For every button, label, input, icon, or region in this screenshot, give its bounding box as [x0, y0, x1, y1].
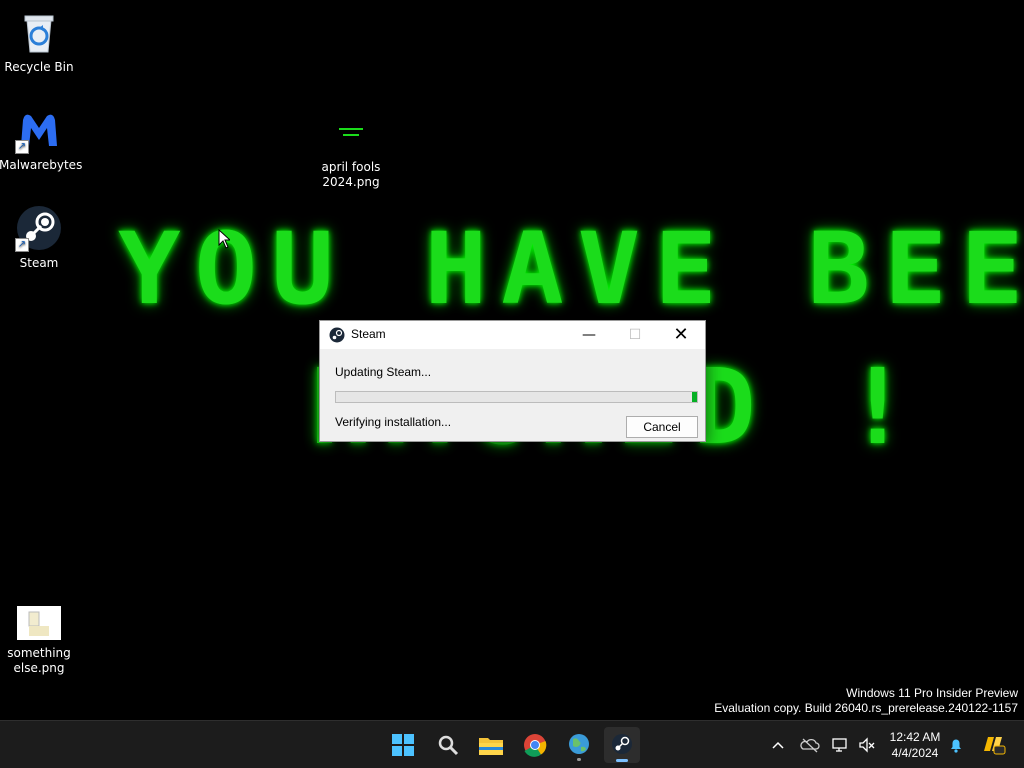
- search-button[interactable]: [430, 727, 466, 763]
- copilot-icon: [984, 737, 1006, 755]
- recycle-bin-icon: [15, 8, 63, 56]
- desktop-icon-label: Recycle Bin: [4, 60, 74, 74]
- active-indicator: [616, 759, 628, 762]
- volume-tray-button[interactable]: [857, 735, 877, 755]
- onedrive-icon: [800, 738, 820, 753]
- chrome-icon: [524, 734, 547, 757]
- notifications-button[interactable]: [946, 735, 966, 755]
- dialog-titlebar[interactable]: Steam — ☐ ✕: [320, 321, 705, 349]
- clock-date: 4/4/2024: [891, 746, 939, 760]
- verify-status-text: Verifying installation...: [335, 415, 452, 429]
- file-explorer-button[interactable]: [473, 727, 509, 763]
- steam-update-dialog: Steam — ☐ ✕ Updating Steam... Verifying …: [319, 320, 706, 442]
- chevron-up-icon: [772, 741, 784, 749]
- desktop-icon-april-fools[interactable]: april fools 2024.png: [311, 116, 391, 190]
- running-indicator: [577, 758, 581, 761]
- maximize-button[interactable]: ☐: [612, 321, 658, 349]
- cancel-button[interactable]: Cancel: [626, 416, 698, 438]
- close-button[interactable]: ✕: [658, 321, 704, 349]
- shortcut-arrow-icon: ↗: [15, 140, 29, 154]
- steam-taskbar-button[interactable]: [604, 727, 640, 763]
- chrome-button[interactable]: [517, 727, 553, 763]
- watermark-line2: Evaluation copy. Build 26040.rs_prerelea…: [714, 701, 1018, 715]
- search-icon: [438, 735, 459, 756]
- wallpaper-text-line1: YOU HAVE BEEN: [118, 211, 1024, 327]
- update-status-text: Updating Steam...: [335, 365, 432, 379]
- dialog-title: Steam: [351, 327, 386, 341]
- update-progress-bar: [335, 391, 698, 403]
- clock-time: 12:42 AM: [889, 730, 941, 744]
- desktop-icon-label: Steam: [19, 256, 59, 270]
- progress-fill: [692, 392, 697, 402]
- copilot-button[interactable]: [980, 731, 1006, 757]
- volume-icon: [859, 737, 875, 753]
- taskbar: 12:42 AM 4/4/2024: [0, 720, 1024, 768]
- globe-app-button[interactable]: [561, 727, 597, 763]
- watermark-line1: Windows 11 Pro Insider Preview: [846, 686, 1018, 700]
- network-tray-button[interactable]: [831, 735, 851, 755]
- mouse-cursor-icon: [218, 229, 230, 249]
- start-icon: [392, 734, 414, 756]
- show-hidden-icons-button[interactable]: [768, 735, 788, 755]
- desktop-icon-malwarebytes[interactable]: ↗ Malwarebytes: [0, 106, 83, 173]
- minimize-button[interactable]: —: [566, 321, 612, 349]
- malwarebytes-icon: ↗: [15, 106, 63, 154]
- steam-icon: [329, 327, 345, 343]
- image-file-icon: [15, 604, 63, 642]
- start-button[interactable]: [385, 727, 421, 763]
- desktop-icon-steam[interactable]: ↗ Steam: [0, 204, 79, 271]
- desktop-icon-label: Malwarebytes: [0, 158, 83, 172]
- desktop-icon-label: april fools 2024.png: [321, 160, 381, 189]
- desktop-icon-something-else[interactable]: something else.png: [0, 604, 79, 676]
- onedrive-tray-button[interactable]: [800, 735, 820, 755]
- file-explorer-icon: [479, 738, 503, 755]
- network-icon: [832, 738, 847, 752]
- desktop-icon-label: something else.png: [7, 646, 71, 675]
- notification-bell-icon: [951, 739, 961, 753]
- steam-icon: ↗: [15, 204, 63, 252]
- windows-watermark: Windows 11 Pro Insider Preview Evaluatio…: [714, 686, 1018, 716]
- steam-icon: [612, 734, 632, 754]
- shortcut-arrow-icon: ↗: [15, 238, 29, 252]
- taskbar-clock[interactable]: 12:42 AM 4/4/2024: [884, 729, 946, 761]
- desktop-icon-recycle-bin[interactable]: Recycle Bin: [0, 8, 79, 75]
- image-file-icon: [327, 116, 375, 156]
